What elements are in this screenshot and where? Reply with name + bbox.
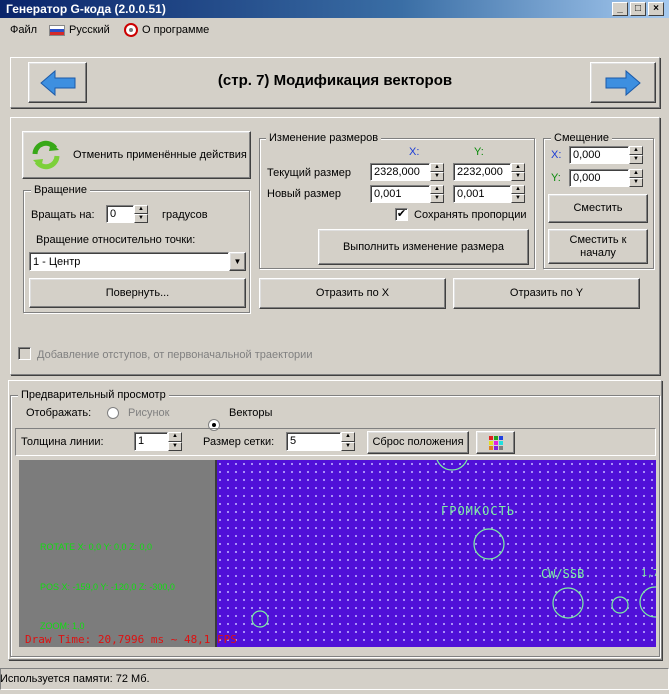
- canvas-label-cwssb: CW/SSB: [541, 567, 585, 581]
- mirror-y-button[interactable]: Отразить по Y: [453, 278, 640, 309]
- menu-file[interactable]: Файл: [10, 22, 37, 38]
- rotate-angle-spinner[interactable]: ▲ ▼: [134, 205, 148, 223]
- offset-y-field[interactable]: 0,000: [569, 169, 629, 187]
- rotate-angle-input[interactable]: 0: [106, 205, 134, 223]
- zoom-info: ZOOM: 1,0: [40, 621, 85, 631]
- rotate-by-label: Вращать на:: [31, 209, 95, 221]
- vector-circle: [639, 586, 656, 618]
- grid-size-input[interactable]: 5: [286, 432, 341, 451]
- menu-language[interactable]: Русский: [49, 22, 110, 38]
- current-size-x-spinner[interactable]: ▲ ▼: [430, 163, 444, 181]
- vectors-radio-label: Векторы: [229, 407, 273, 419]
- vector-circle: [436, 460, 468, 471]
- spin-down-icon[interactable]: ▼: [134, 214, 148, 223]
- keep-ratio-checkbox[interactable]: ✔: [395, 208, 408, 221]
- refresh-icon: [32, 140, 60, 170]
- preview-canvas[interactable]: ГРОМКОСТЬ CW/SSB 1,7 ROTATE X: 0,0 Y: 0,…: [19, 460, 656, 647]
- new-size-x-spinner[interactable]: ▲ ▼: [430, 185, 444, 203]
- rotation-group-title: Вращение: [31, 184, 90, 196]
- move-to-origin-line1: Сместить к: [569, 233, 627, 246]
- move-button[interactable]: Сместить: [548, 194, 648, 223]
- vector-circle: [473, 528, 505, 560]
- canvas-label-partial: 1,7: [641, 568, 656, 579]
- offset-y-spinner[interactable]: ▲ ▼: [629, 169, 643, 187]
- rotation-point-select[interactable]: 1 - Центр: [29, 252, 229, 271]
- back-button[interactable]: [28, 62, 87, 103]
- vector-circle: [611, 596, 629, 614]
- rotate-info: ROTATE X: 0,0 Y: 0,0 Z: 0,0: [40, 542, 153, 552]
- offset-x-spinner[interactable]: ▲ ▼: [629, 146, 643, 164]
- current-size-x-field[interactable]: 2328,000: [370, 163, 430, 181]
- keep-ratio-label: Сохранять пропорции: [414, 209, 527, 221]
- menu-bar: Файл Русский О программе: [0, 18, 669, 40]
- window-title: Генератор G-кода (2.0.0.51): [6, 2, 166, 16]
- offset-group-title: Смещение: [551, 132, 613, 144]
- next-button[interactable]: [590, 62, 656, 103]
- line-width-label: Толщина линии:: [21, 436, 104, 448]
- display-label: Отображать:: [26, 407, 92, 419]
- russian-flag-icon: [49, 24, 65, 36]
- offset-y-label: Y:: [551, 172, 561, 184]
- page-title: (стр. 7) Модификация векторов: [217, 72, 453, 89]
- canvas-label-volume: ГРОМКОСТЬ: [441, 504, 516, 518]
- spin-up-icon[interactable]: ▲: [134, 205, 148, 214]
- move-to-origin-button[interactable]: Сместить к началу: [548, 229, 648, 264]
- grid-size-label: Размер сетки:: [203, 436, 275, 448]
- line-width-input[interactable]: 1: [134, 432, 168, 451]
- help-icon: [124, 23, 138, 37]
- new-size-x-field[interactable]: 0,001: [370, 185, 430, 203]
- indent-checkbox[interactable]: [18, 347, 31, 360]
- pos-info: POS X: -159,0 Y: -120,0 Z: -300,0: [40, 582, 175, 592]
- degrees-label: градусов: [162, 209, 208, 221]
- new-size-y-field[interactable]: 0,001: [453, 185, 511, 203]
- maximize-icon[interactable]: □: [630, 2, 646, 16]
- picture-radio-label: Рисунок: [128, 407, 170, 419]
- vector-shapes: [251, 460, 656, 628]
- window-title-bar: Генератор G-кода (2.0.0.51): [0, 0, 669, 18]
- vector-circle: [552, 587, 584, 619]
- resize-y-header: Y:: [474, 146, 484, 158]
- draw-time-info: Draw Time: 20,7996 ms ~ 48,1 FPS: [25, 633, 237, 646]
- new-size-y-spinner[interactable]: ▲ ▼: [511, 185, 525, 203]
- undo-button[interactable]: Отменить применённые действия: [22, 131, 251, 179]
- menu-language-label: Русский: [69, 24, 110, 36]
- indent-label: Добавление отступов, от первоначальной т…: [37, 349, 313, 361]
- menu-about-label: О программе: [142, 24, 210, 36]
- rotate-button[interactable]: Повернуть...: [29, 278, 246, 308]
- menu-file-label: Файл: [10, 24, 38, 36]
- offset-x-field[interactable]: 0,000: [569, 146, 629, 164]
- resize-group-title: Изменение размеров: [266, 132, 382, 144]
- offset-x-label: X:: [551, 149, 562, 161]
- grid-size-spinner[interactable]: ▲ ▼: [341, 432, 355, 451]
- current-size-y-field[interactable]: 2232,000: [453, 163, 511, 181]
- preview-group-title: Предварительный просмотр: [18, 389, 169, 401]
- vector-circle: [251, 610, 269, 628]
- picture-radio[interactable]: [107, 407, 119, 419]
- relative-point-label: Вращение относительно точки:: [36, 234, 196, 246]
- move-to-origin-line2: началу: [580, 246, 616, 259]
- arrow-left-icon: [39, 69, 75, 96]
- menu-about[interactable]: О программе: [124, 22, 209, 38]
- mirror-x-button[interactable]: Отразить по X: [259, 278, 446, 309]
- current-size-label: Текущий размер: [267, 167, 352, 179]
- current-size-y-spinner[interactable]: ▲ ▼: [511, 163, 525, 181]
- apply-resize-button[interactable]: Выполнить изменение размера: [318, 229, 529, 265]
- undo-label: Отменить применённые действия: [73, 148, 247, 161]
- color-palette-button[interactable]: [476, 431, 515, 454]
- reset-position-button[interactable]: Сброс положения: [367, 431, 469, 454]
- close-icon[interactable]: ×: [648, 2, 664, 16]
- arrow-right-icon: [605, 69, 641, 96]
- memory-status: Используется памяти: 72 Мб.: [0, 673, 150, 685]
- dropdown-arrow-icon[interactable]: ▼: [229, 252, 246, 271]
- minimize-icon[interactable]: _: [612, 2, 628, 16]
- resize-x-header: X:: [409, 146, 420, 158]
- new-size-label: Новый размер: [267, 188, 341, 200]
- line-width-spinner[interactable]: ▲ ▼: [168, 432, 182, 451]
- color-palette-icon: [488, 435, 503, 450]
